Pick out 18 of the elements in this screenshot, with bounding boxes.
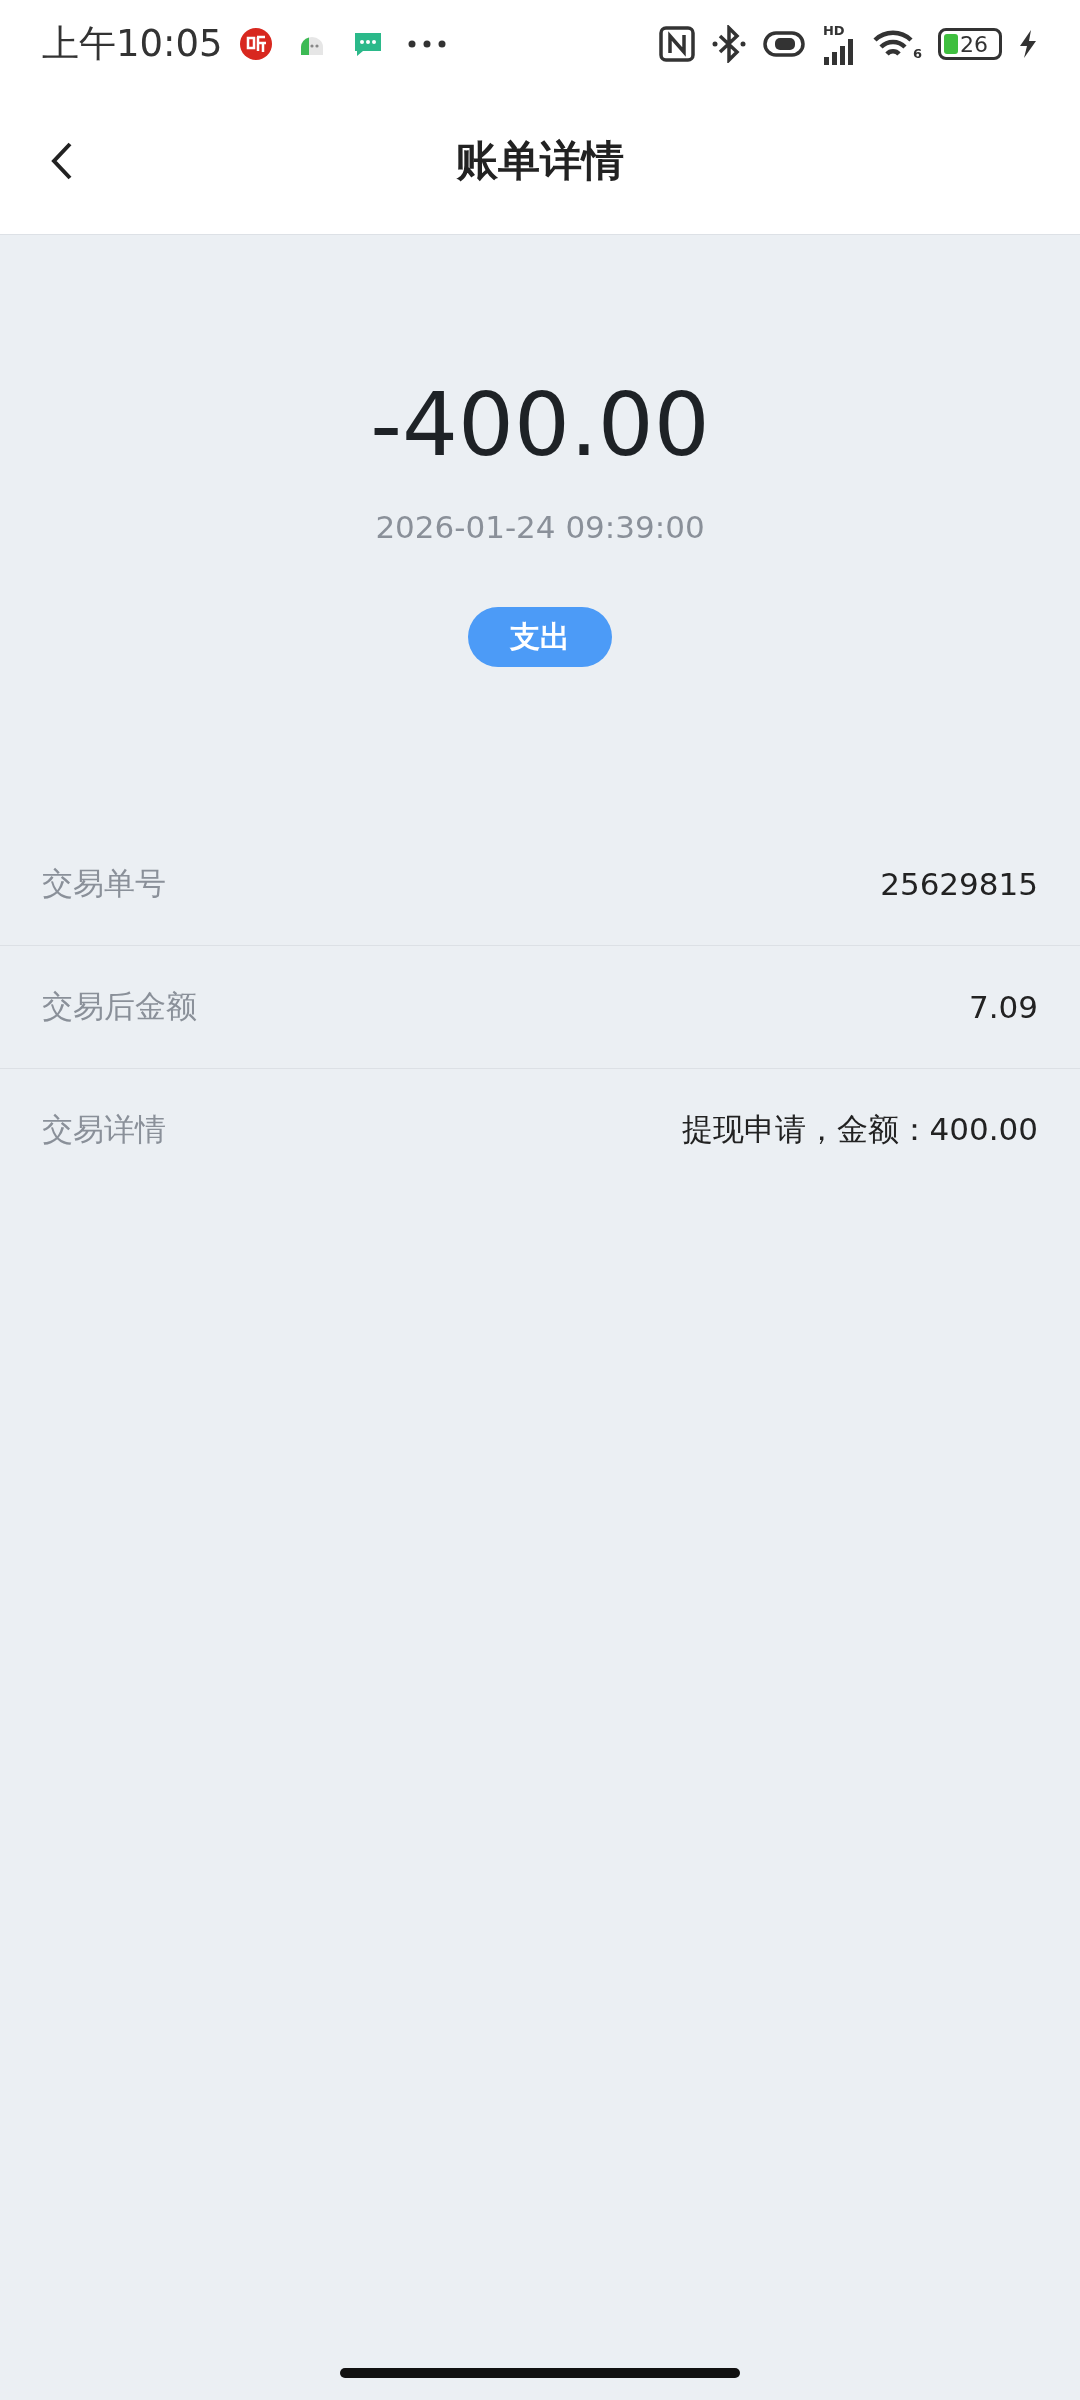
bluetooth-icon [710,25,747,63]
detail-label: 交易后金额 [42,987,197,1026]
more-icon [406,39,447,49]
type-tag: 支出 [468,607,612,667]
detail-label: 交易详情 [42,1110,166,1149]
page-title: 账单详情 [456,135,624,187]
transaction-time: 2026-01-24 09:39:00 [375,509,705,545]
nfc-icon [658,26,695,62]
app-notification-icon [238,27,273,61]
detail-value: 提现申请，金额：400.00 [681,1110,1038,1149]
detail-value: 25629815 [880,866,1038,902]
chevron-left-icon [50,141,74,181]
amount: -400.00 [370,375,710,475]
battery-icon: 26 [938,28,1002,60]
status-time: 上午10:05 [42,21,223,67]
toggle-icon [762,29,807,59]
detail-label: 交易单号 [42,864,166,903]
detail-value: 7.09 [968,989,1038,1025]
